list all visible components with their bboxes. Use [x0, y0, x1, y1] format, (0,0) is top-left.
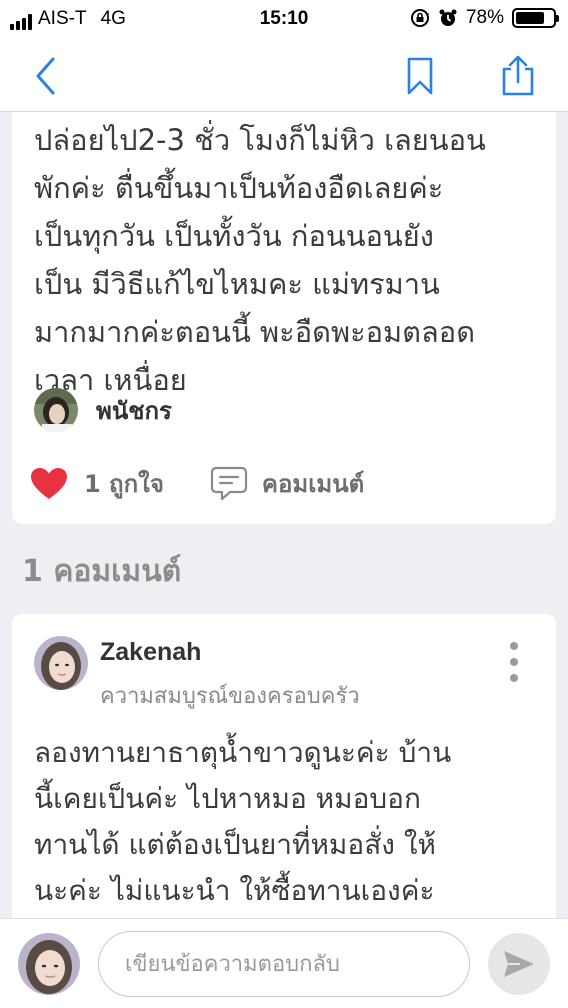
heart-icon	[31, 467, 67, 499]
dot-icon	[510, 674, 518, 682]
comment-card: Zakenah ความสมบูรณ์ของครอบครัว ลองทานยาธ…	[12, 614, 556, 934]
alarm-icon	[439, 9, 457, 26]
author-avatar[interactable]	[34, 388, 78, 432]
avatar-image	[18, 933, 80, 995]
comment-button[interactable]: คอมเมนต์	[210, 464, 364, 503]
like-count-label: 1 ถูกใจ	[84, 470, 164, 498]
avatar-image	[34, 388, 78, 432]
reply-bar	[0, 918, 568, 1008]
battery-percent: 78%	[465, 7, 504, 28]
battery-icon	[512, 8, 559, 28]
comment-label: คอมเมนต์	[261, 470, 365, 498]
post-action-row: 1 ถูกใจ คอมเมนต์	[30, 464, 364, 503]
chevron-left-icon	[36, 57, 55, 95]
author-name[interactable]: พนัชกร	[96, 391, 172, 430]
commenter-name[interactable]: Zakenah	[100, 638, 201, 667]
comment-bubble-icon	[210, 466, 248, 500]
nav-bar	[0, 38, 568, 112]
current-user-avatar	[18, 933, 80, 995]
send-button[interactable]	[488, 933, 550, 995]
more-options-button[interactable]	[506, 642, 522, 682]
status-bar: AIS-T 4G 15:10 78%	[0, 0, 568, 38]
rotation-lock-icon	[410, 9, 429, 27]
post-body: ปล่อยไป2-3 ชั่ว โมงก็ไม่หิว เลยนอน พักค่…	[34, 123, 486, 397]
comment-body: ลองทานยาธาตุน้ำขาวดูนะค่ะ บ้าน นี้เคยเป็…	[34, 736, 452, 907]
send-icon	[504, 951, 534, 977]
post-card: ปล่อยไป2-3 ชั่ว โมงก็ไม่หิว เลยนอน พักค่…	[12, 112, 556, 524]
like-button[interactable]: 1 ถูกใจ	[30, 464, 164, 503]
status-right: 78%	[410, 7, 559, 29]
dot-icon	[510, 658, 518, 666]
bookmark-icon	[407, 57, 433, 95]
bookmark-button[interactable]	[398, 54, 442, 98]
share-button[interactable]	[496, 54, 540, 98]
commenter-subtitle: ความสมบูรณ์ของครอบครัว	[100, 684, 360, 709]
commenter-avatar[interactable]	[34, 636, 88, 690]
avatar-image	[34, 636, 88, 690]
post-author-row[interactable]: พนัชกร	[34, 388, 172, 432]
back-button[interactable]	[24, 54, 68, 98]
share-icon	[502, 55, 534, 96]
dot-icon	[510, 642, 518, 650]
comments-count-header: 1 คอมเมนต์	[22, 554, 182, 589]
battery-fill	[516, 12, 545, 24]
reply-input[interactable]	[98, 931, 470, 997]
